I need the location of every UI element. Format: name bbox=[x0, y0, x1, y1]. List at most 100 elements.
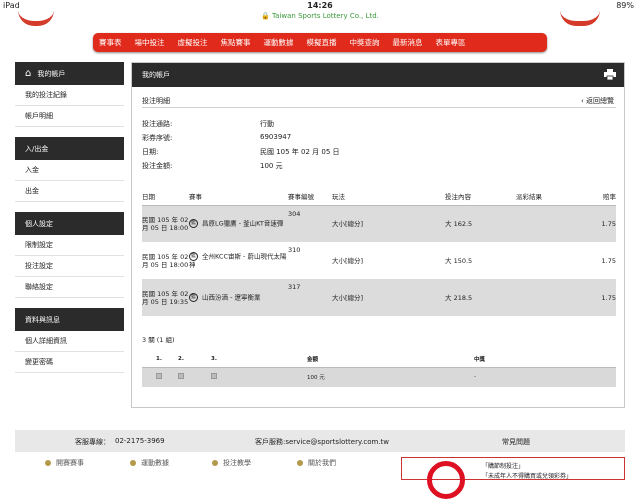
sidebar-header-deposit[interactable]: 入/出金 bbox=[15, 137, 124, 160]
responsible-gaming-banner[interactable]: 「購節制投注」 「未成年人不得購買或兌領彩券」 bbox=[401, 457, 625, 499]
cell-date: 民國 105 年 02 月 05 日 19:35 bbox=[142, 279, 189, 316]
col-header-odds: 賠率 bbox=[589, 187, 616, 206]
nav-item-virtual[interactable]: 虛擬投注 bbox=[178, 37, 208, 48]
nav-item-news[interactable]: 最新消息 bbox=[393, 37, 423, 48]
bullet-icon bbox=[130, 460, 136, 466]
bet-detail-panel: 我的帳戶 投注明細 ‹ 返回總覽 投注通路: 行動 彩券序號: 6903947 … bbox=[131, 62, 625, 408]
no-minors-sign-icon bbox=[427, 461, 465, 499]
warning-text: 「未成年人不得購買或兌領彩券」 bbox=[482, 473, 573, 480]
cell-odds: 1.75 bbox=[601, 256, 616, 265]
nav-item-live-bet[interactable]: 場中投注 bbox=[135, 37, 165, 48]
combo-amount: 100 元 bbox=[307, 367, 474, 387]
back-to-overview-link[interactable]: ‹ 返回總覽 bbox=[581, 96, 614, 106]
warning-text: 「購節制投注」 bbox=[482, 463, 525, 470]
info-label: 投注金額: bbox=[142, 162, 173, 170]
combo-header-row: 1. 2. 3. 金額 中獎 bbox=[142, 351, 616, 368]
printer-icon[interactable] bbox=[604, 69, 616, 80]
col-header-id: 賽事編號 bbox=[288, 187, 332, 206]
support-email[interactable]: 客戶服務:service@sportslottery.com.tw bbox=[255, 437, 389, 447]
footer-link[interactable]: 運動數據 bbox=[130, 458, 169, 468]
nav-item-forms[interactable]: 表單專區 bbox=[436, 37, 466, 48]
combo-col-1: 1. bbox=[142, 351, 178, 368]
cell-match: 籃山西汾酒 - 遼寧衡業 bbox=[189, 279, 288, 316]
footer-bar: 客服專線： 02-2175-3969 客戶服務:service@sportslo… bbox=[15, 430, 625, 452]
section-title: 投注明細 bbox=[142, 97, 170, 105]
cell-date: 民國 105 年 02 月 05 日 18:00 bbox=[142, 252, 189, 269]
sidebar-header-info[interactable]: 資料與訊息 bbox=[15, 308, 124, 331]
info-label: 彩券序號: bbox=[142, 134, 173, 142]
sidebar-item-change-password[interactable]: 變更密碼 bbox=[15, 352, 124, 373]
logo-arc-right bbox=[560, 10, 600, 26]
sidebar-item-personal-info[interactable]: 個人詳細資訊 bbox=[15, 331, 124, 352]
sidebar-item-bet-settings[interactable]: 投注設定 bbox=[15, 256, 124, 277]
combo-win: - bbox=[474, 367, 616, 387]
basketball-icon: 籃 bbox=[189, 252, 198, 261]
combo-checkbox[interactable] bbox=[211, 373, 217, 380]
cell-date: 民國 105 年 02 月 05 日 18:00 bbox=[142, 205, 189, 242]
combo-col-amount: 金額 bbox=[307, 351, 474, 368]
combo-row: 100 元 - bbox=[142, 367, 616, 387]
basketball-icon: 籃 bbox=[189, 219, 198, 229]
nav-item-prize[interactable]: 中獎查詢 bbox=[350, 37, 380, 48]
bullet-icon bbox=[45, 460, 51, 466]
sidebar-item-bet-history[interactable]: 我的投注紀錄 bbox=[15, 85, 124, 106]
sidebar-item-deposit[interactable]: 入金 bbox=[15, 160, 124, 181]
cell-content: 大 162.5 bbox=[445, 205, 516, 242]
sidebar-header-account[interactable]: ⌂ 我的帳戶 bbox=[15, 62, 124, 85]
divider bbox=[142, 107, 616, 108]
col-header-play: 玩法 bbox=[332, 187, 445, 206]
info-label: 日期: bbox=[142, 148, 159, 156]
cell-match: 籃全州KCC宙斯 - 蔚山現代太陽神 bbox=[189, 242, 288, 279]
sidebar-item-account-detail[interactable]: 帳戶明細 bbox=[15, 106, 124, 127]
combo-table: 1. 2. 3. 金額 中獎 100 元 - bbox=[142, 351, 616, 387]
col-header-date: 日期 bbox=[142, 187, 189, 206]
bets-table: 日期 賽事 賽事編號 玩法 投注內容 派彩結果 賠率 民國 105 年 02 月… bbox=[142, 187, 616, 316]
footer-link[interactable]: 投注教學 bbox=[212, 458, 251, 468]
nav-item-sim-live[interactable]: 模擬直播 bbox=[307, 37, 337, 48]
sidebar-item-limits[interactable]: 限制設定 bbox=[15, 235, 124, 256]
cell-match: 籃昌原LG獵鷹 - 釜山KT音速彈 bbox=[189, 205, 288, 242]
info-value: 100 元 bbox=[260, 162, 283, 170]
clock: 14:26 bbox=[307, 1, 333, 10]
nav-item-stats[interactable]: 運動數據 bbox=[264, 37, 294, 48]
faq-link[interactable]: 常見問題 bbox=[502, 437, 530, 447]
sidebar-item-withdraw[interactable]: 出金 bbox=[15, 181, 124, 202]
nav-item-focus[interactable]: 焦點賽事 bbox=[221, 37, 251, 48]
combo-col-3: 3. bbox=[211, 351, 307, 368]
cell-result bbox=[516, 279, 589, 316]
combo-checkbox[interactable] bbox=[156, 373, 162, 380]
match-name: 昌原LG獵鷹 - 釜山KT音速彈 bbox=[202, 219, 284, 228]
table-row: 民國 105 年 02 月 05 日 18:00 籃全州KCC宙斯 - 蔚山現代… bbox=[142, 242, 616, 279]
hotline-number[interactable]: 02-2175-3969 bbox=[115, 437, 165, 445]
cell-play: 大小[總分] bbox=[332, 279, 445, 316]
url-text: Taiwan Sports Lottery Co., Ltd. bbox=[272, 12, 379, 20]
cell-result bbox=[516, 242, 589, 279]
sidebar-item-contact-settings[interactable]: 聯絡設定 bbox=[15, 277, 124, 298]
cell-play: 大小[總分] bbox=[332, 205, 445, 242]
cell-content: 大 150.5 bbox=[445, 256, 473, 265]
cell-play: 大小[總分] bbox=[332, 256, 364, 265]
combo-col-win: 中獎 bbox=[474, 351, 616, 368]
cell-result bbox=[516, 205, 589, 242]
footer-link[interactable]: 開賽賽事 bbox=[45, 458, 84, 468]
cell-id: 317 bbox=[288, 279, 332, 316]
footer-link[interactable]: 關於我們 bbox=[297, 458, 336, 468]
logo-arc-left bbox=[18, 10, 54, 26]
table-row: 民國 105 年 02 月 05 日 19:35 籃山西汾酒 - 遼寧衡業 31… bbox=[142, 279, 616, 316]
nav-item-schedule[interactable]: 賽事表 bbox=[99, 37, 122, 48]
home-icon: ⌂ bbox=[25, 68, 32, 79]
info-value: 民國 105 年 02 月 05 日 bbox=[260, 148, 340, 156]
match-name: 全州KCC宙斯 - 蔚山現代太陽神 bbox=[189, 252, 287, 269]
col-header-match: 賽事 bbox=[189, 187, 288, 206]
table-row: 民國 105 年 02 月 05 日 18:00 籃昌原LG獵鷹 - 釜山KT音… bbox=[142, 205, 616, 242]
panel-header: 我的帳戶 bbox=[132, 63, 624, 87]
combo-col-2: 2. bbox=[178, 351, 211, 368]
url-bar[interactable]: 🔒 Taiwan Sports Lottery Co., Ltd. bbox=[0, 12, 640, 22]
match-name: 山西汾酒 - 遼寧衡業 bbox=[202, 293, 261, 302]
combo-checkbox[interactable] bbox=[178, 373, 184, 380]
sidebar-header-settings[interactable]: 個人設定 bbox=[15, 212, 124, 235]
sidebar: ⌂ 我的帳戶 我的投注紀錄 帳戶明細 入/出金 入金 出金 個人設定 限制設定 … bbox=[15, 62, 124, 373]
info-value: 行動 bbox=[260, 120, 274, 128]
cell-odds: 1.75 bbox=[589, 279, 616, 316]
status-bar: iPad 14:26 89% bbox=[0, 0, 640, 12]
